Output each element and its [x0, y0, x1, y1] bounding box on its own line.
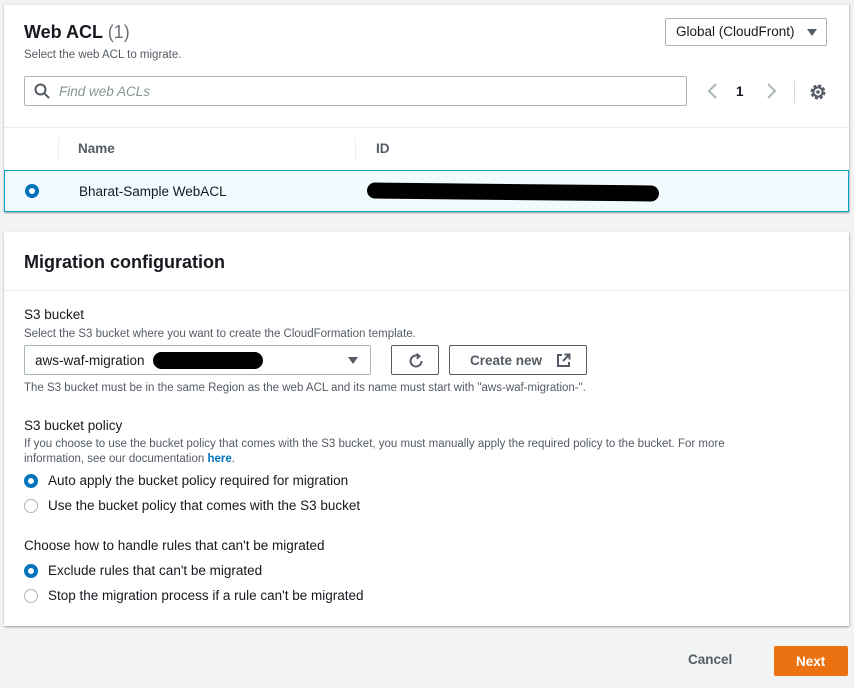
redacted-id — [366, 182, 660, 202]
web-acl-panel: Web ACL (1) Select the web ACL to migrat… — [4, 4, 849, 212]
migration-configuration-title: Migration configuration — [24, 252, 225, 272]
policy-option-existing-label[interactable]: Use the bucket policy that comes with th… — [48, 498, 360, 513]
rules-option-stop-label[interactable]: Stop the migration process if a rule can… — [48, 588, 364, 603]
create-new-label: Create new — [470, 353, 543, 368]
rules-option-exclude-label[interactable]: Exclude rules that can't be migrated — [48, 563, 262, 578]
column-header-id[interactable]: ID — [376, 141, 390, 156]
policy-option-auto-label[interactable]: Auto apply the bucket policy required fo… — [48, 473, 348, 488]
pagination-divider — [794, 81, 795, 103]
caret-down-icon — [807, 29, 817, 36]
s3-bucket-policy-label: S3 bucket policy — [24, 418, 123, 433]
pagination-current-page[interactable]: 1 — [736, 84, 744, 99]
rules-option-exclude-radio[interactable] — [24, 564, 38, 578]
policy-description-text: information, see our documentation — [24, 453, 205, 465]
s3-bucket-label: S3 bucket — [24, 307, 85, 322]
table-header: Name ID — [4, 127, 849, 169]
next-button-label: Next — [796, 654, 826, 669]
chevron-right-icon[interactable] — [762, 81, 780, 101]
column-divider — [355, 138, 356, 160]
redacted-bucket-suffix — [153, 352, 263, 369]
search-input[interactable] — [59, 81, 659, 101]
policy-option-auto-radio[interactable] — [24, 474, 38, 488]
table-row[interactable]: Bharat-Sample WebACL — [4, 170, 849, 212]
next-button[interactable]: Next — [774, 646, 848, 676]
search-field[interactable] — [24, 76, 687, 106]
s3-bucket-description: Select the S3 bucket where you want to c… — [24, 328, 416, 340]
policy-option-existing-radio[interactable] — [24, 499, 38, 513]
rules-handling-label: Choose how to handle rules that can't be… — [24, 538, 325, 553]
web-acl-title: Web ACL — [24, 22, 103, 42]
refresh-icon — [409, 353, 423, 368]
row-select-radio[interactable] — [25, 184, 39, 198]
migration-configuration-panel: Migration configuration S3 bucket Select… — [4, 232, 849, 626]
region-select-value: Global (CloudFront) — [676, 24, 795, 39]
policy-description-line-1: If you choose to use the bucket policy t… — [24, 438, 725, 450]
web-acl-heading: Web ACL (1) — [24, 22, 130, 43]
s3-bucket-hint: The S3 bucket must be in the same Region… — [24, 382, 586, 394]
cancel-button[interactable]: Cancel — [688, 652, 732, 667]
s3-bucket-policy-description: If you choose to use the bucket policy t… — [24, 437, 814, 467]
rules-option-stop-radio[interactable] — [24, 589, 38, 603]
s3-bucket-select-value: aws-waf-migration — [35, 353, 145, 368]
policy-description-line-2: information, see our documentation here. — [24, 453, 235, 465]
column-divider — [58, 138, 59, 160]
web-acl-description: Select the web ACL to migrate. — [24, 49, 182, 61]
caret-down-icon — [348, 357, 358, 364]
web-acl-count: (1) — [107, 22, 130, 42]
region-select[interactable]: Global (CloudFront) — [665, 18, 827, 46]
chevron-left-icon[interactable] — [704, 81, 722, 101]
create-new-button[interactable]: Create new — [449, 345, 587, 375]
gear-icon[interactable] — [808, 82, 828, 102]
s3-bucket-select[interactable]: aws-waf-migration — [24, 345, 371, 375]
refresh-button[interactable] — [391, 345, 439, 375]
documentation-link[interactable]: here — [207, 453, 231, 465]
web-acl-name: Bharat-Sample WebACL — [79, 184, 227, 199]
external-link-icon — [557, 353, 571, 367]
panel-divider — [4, 290, 849, 291]
column-header-name[interactable]: Name — [78, 141, 115, 156]
search-icon — [34, 83, 50, 99]
